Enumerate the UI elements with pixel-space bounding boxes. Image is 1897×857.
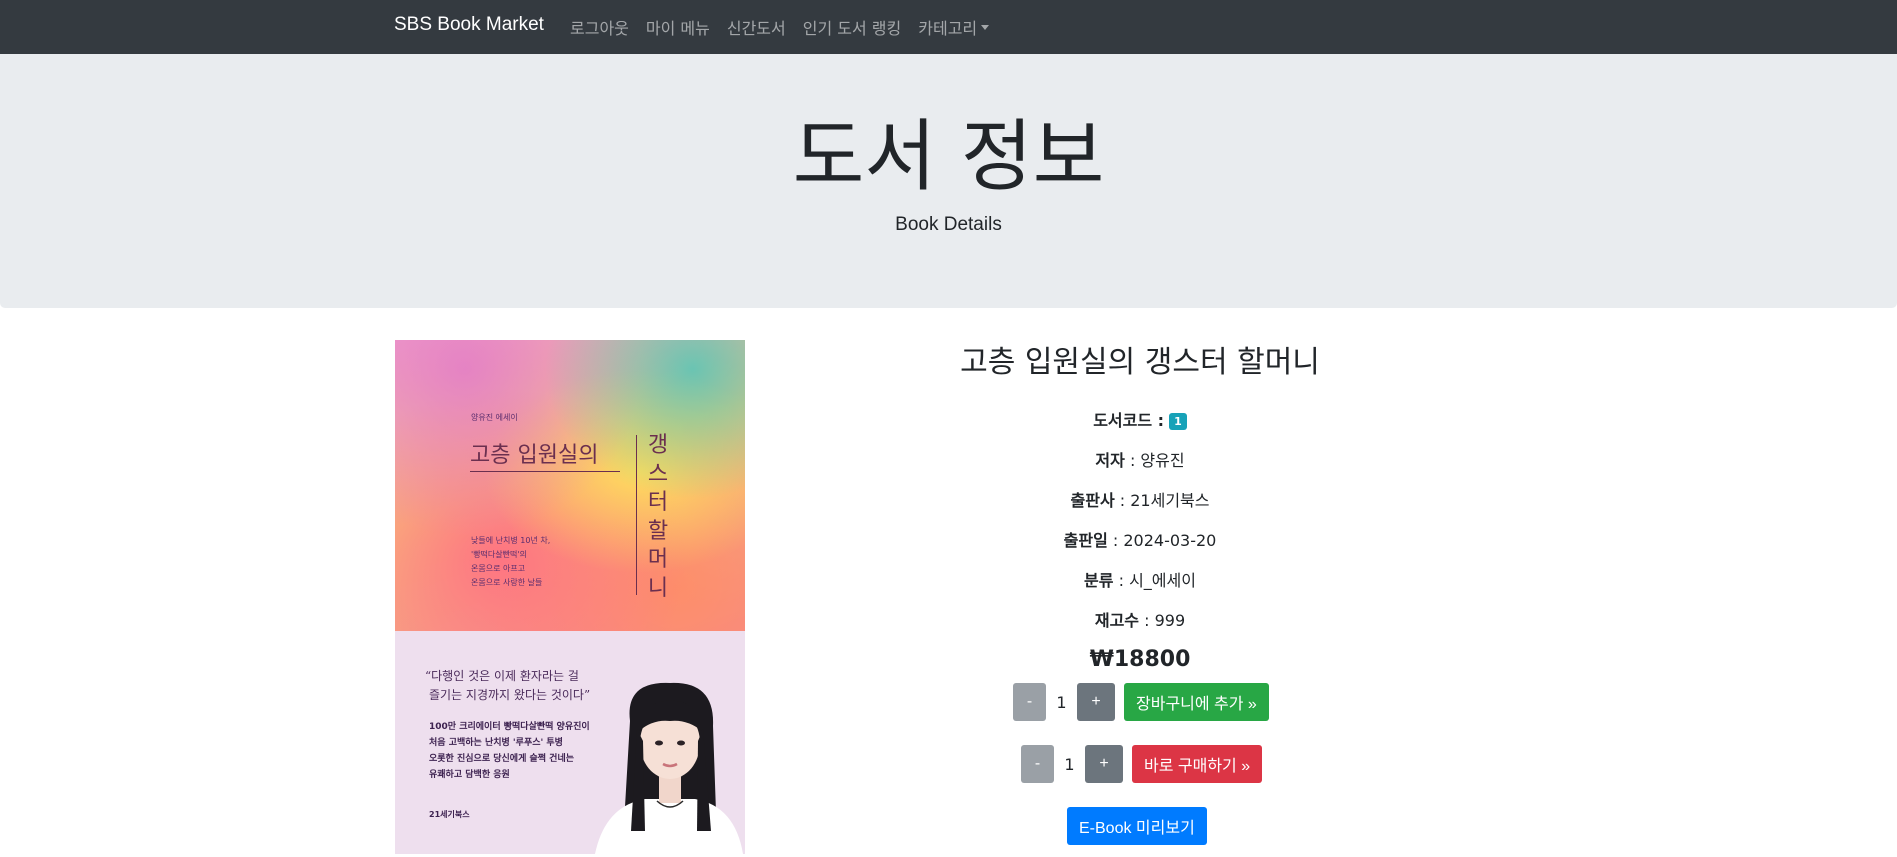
book-date-value: : 2024-03-20 [1107,531,1217,550]
nav-category-label: 카테고리 [918,19,978,38]
book-title: 고층 입원실의 갱스터 할머니 [960,345,1320,380]
cover-blurb-3: 온몸으로 아프고 [471,564,526,573]
cart-decrement-button[interactable]: - [1013,683,1046,721]
book-date-row: 출판일 : 2024-03-20 [680,527,1600,551]
book-code-row: 도서코드 : 1 [680,407,1600,431]
book-stock-row: 재고수 : 999 [680,607,1600,631]
book-stock-label: 재고수 [1094,611,1140,630]
cover-author-photo [595,682,743,854]
cart-increment-button[interactable]: + [1077,683,1115,721]
cover-quote-2: 즐기는 지경까지 왔다는 것이다” [429,688,591,702]
nav-my-menu[interactable]: 마이 메뉴 [646,15,710,39]
book-date-label: 출판일 [1063,531,1108,550]
cover-body-4: 유쾌하고 담백한 응원 [429,770,510,780]
buy-quantity-row: - 1 + 바로 구매하기 » [1021,745,1263,783]
cover-blurb-2: '빵떡다살빤떡'의 [471,550,527,559]
nav-new-books[interactable]: 신간도서 [727,15,786,39]
cover-body-3: 오롯한 진심으로 당신에게 슬쩍 건네는 [429,754,575,764]
book-author-label: 저자 [1095,451,1125,470]
book-code-badge: 1 [1169,413,1187,430]
nav-category-dropdown[interactable]: 카테고리 [918,15,990,39]
cover-divider [636,435,637,595]
add-to-cart-button[interactable]: 장바구니에 추가 » [1124,683,1269,721]
book-publisher-label: 출판사 [1070,491,1115,510]
page-title: 도서 정보 [792,112,1105,202]
navbar: SBS Book Market 로그아웃 마이 메뉴 신간도서 인기 도서 랭킹… [0,0,1897,54]
book-publisher-value: : 21세기북스 [1114,491,1210,510]
cover-blurb-4: 온몸으로 사랑한 날들 [471,578,543,587]
jumbotron: 도서 정보 Book Details [0,54,1897,308]
page-subtitle: Book Details [895,214,1002,235]
cover-quote-1: “다행인 것은 이제 환자라는 걸 [425,669,579,683]
book-category-label: 분류 [1084,571,1114,590]
ebook-preview-button[interactable]: E-Book 미리보기 [1067,807,1207,845]
cover-body-1: 100만 크리에이터 빵떡다살빤떡 양유진이 [429,722,590,732]
nav-links: 로그아웃 마이 메뉴 신간도서 인기 도서 랭킹 카테고리 [570,15,990,39]
cover-publisher-logo: 21세기북스 [429,810,470,819]
book-stock-value: : 999 [1139,611,1186,630]
book-price: ₩18800 [1089,647,1191,672]
book-author-row: 저자 : 양유진 [680,447,1600,471]
book-category-row: 분류 : 시_에세이 [680,567,1600,591]
buy-decrement-button[interactable]: - [1021,745,1054,783]
nav-logout[interactable]: 로그아웃 [570,15,629,39]
cover-blurb-1: 낮들에 난치병 10년 차, [471,536,551,545]
cover-title-vertical: 갱스터할머니 [647,433,669,601]
buy-quantity-value: 1 [1064,754,1075,774]
cover-author-tag: 양유진 에세이 [471,413,518,422]
book-publisher-row: 출판사 : 21세기북스 [680,487,1600,511]
cover-body-2: 처음 고백하는 난치병 '루푸스' 투병 [429,738,563,748]
cover-rule [470,471,620,472]
cover-title-horizontal: 고층 입원실의 [470,443,599,468]
caret-down-icon [981,24,990,30]
book-category-value: : 시_에세이 [1113,571,1196,590]
cart-quantity-value: 1 [1056,692,1067,712]
brand-link[interactable]: SBS Book Market [394,14,544,36]
buy-increment-button[interactable]: + [1085,745,1123,783]
buy-now-button[interactable]: 바로 구매하기 » [1132,745,1263,783]
nav-popular-ranking[interactable]: 인기 도서 랭킹 [803,15,902,39]
cart-quantity-row: - 1 + 장바구니에 추가 » [1013,683,1269,721]
book-author-value: : 양유진 [1124,451,1185,470]
book-code-label: 도서코드 : [1093,411,1165,430]
